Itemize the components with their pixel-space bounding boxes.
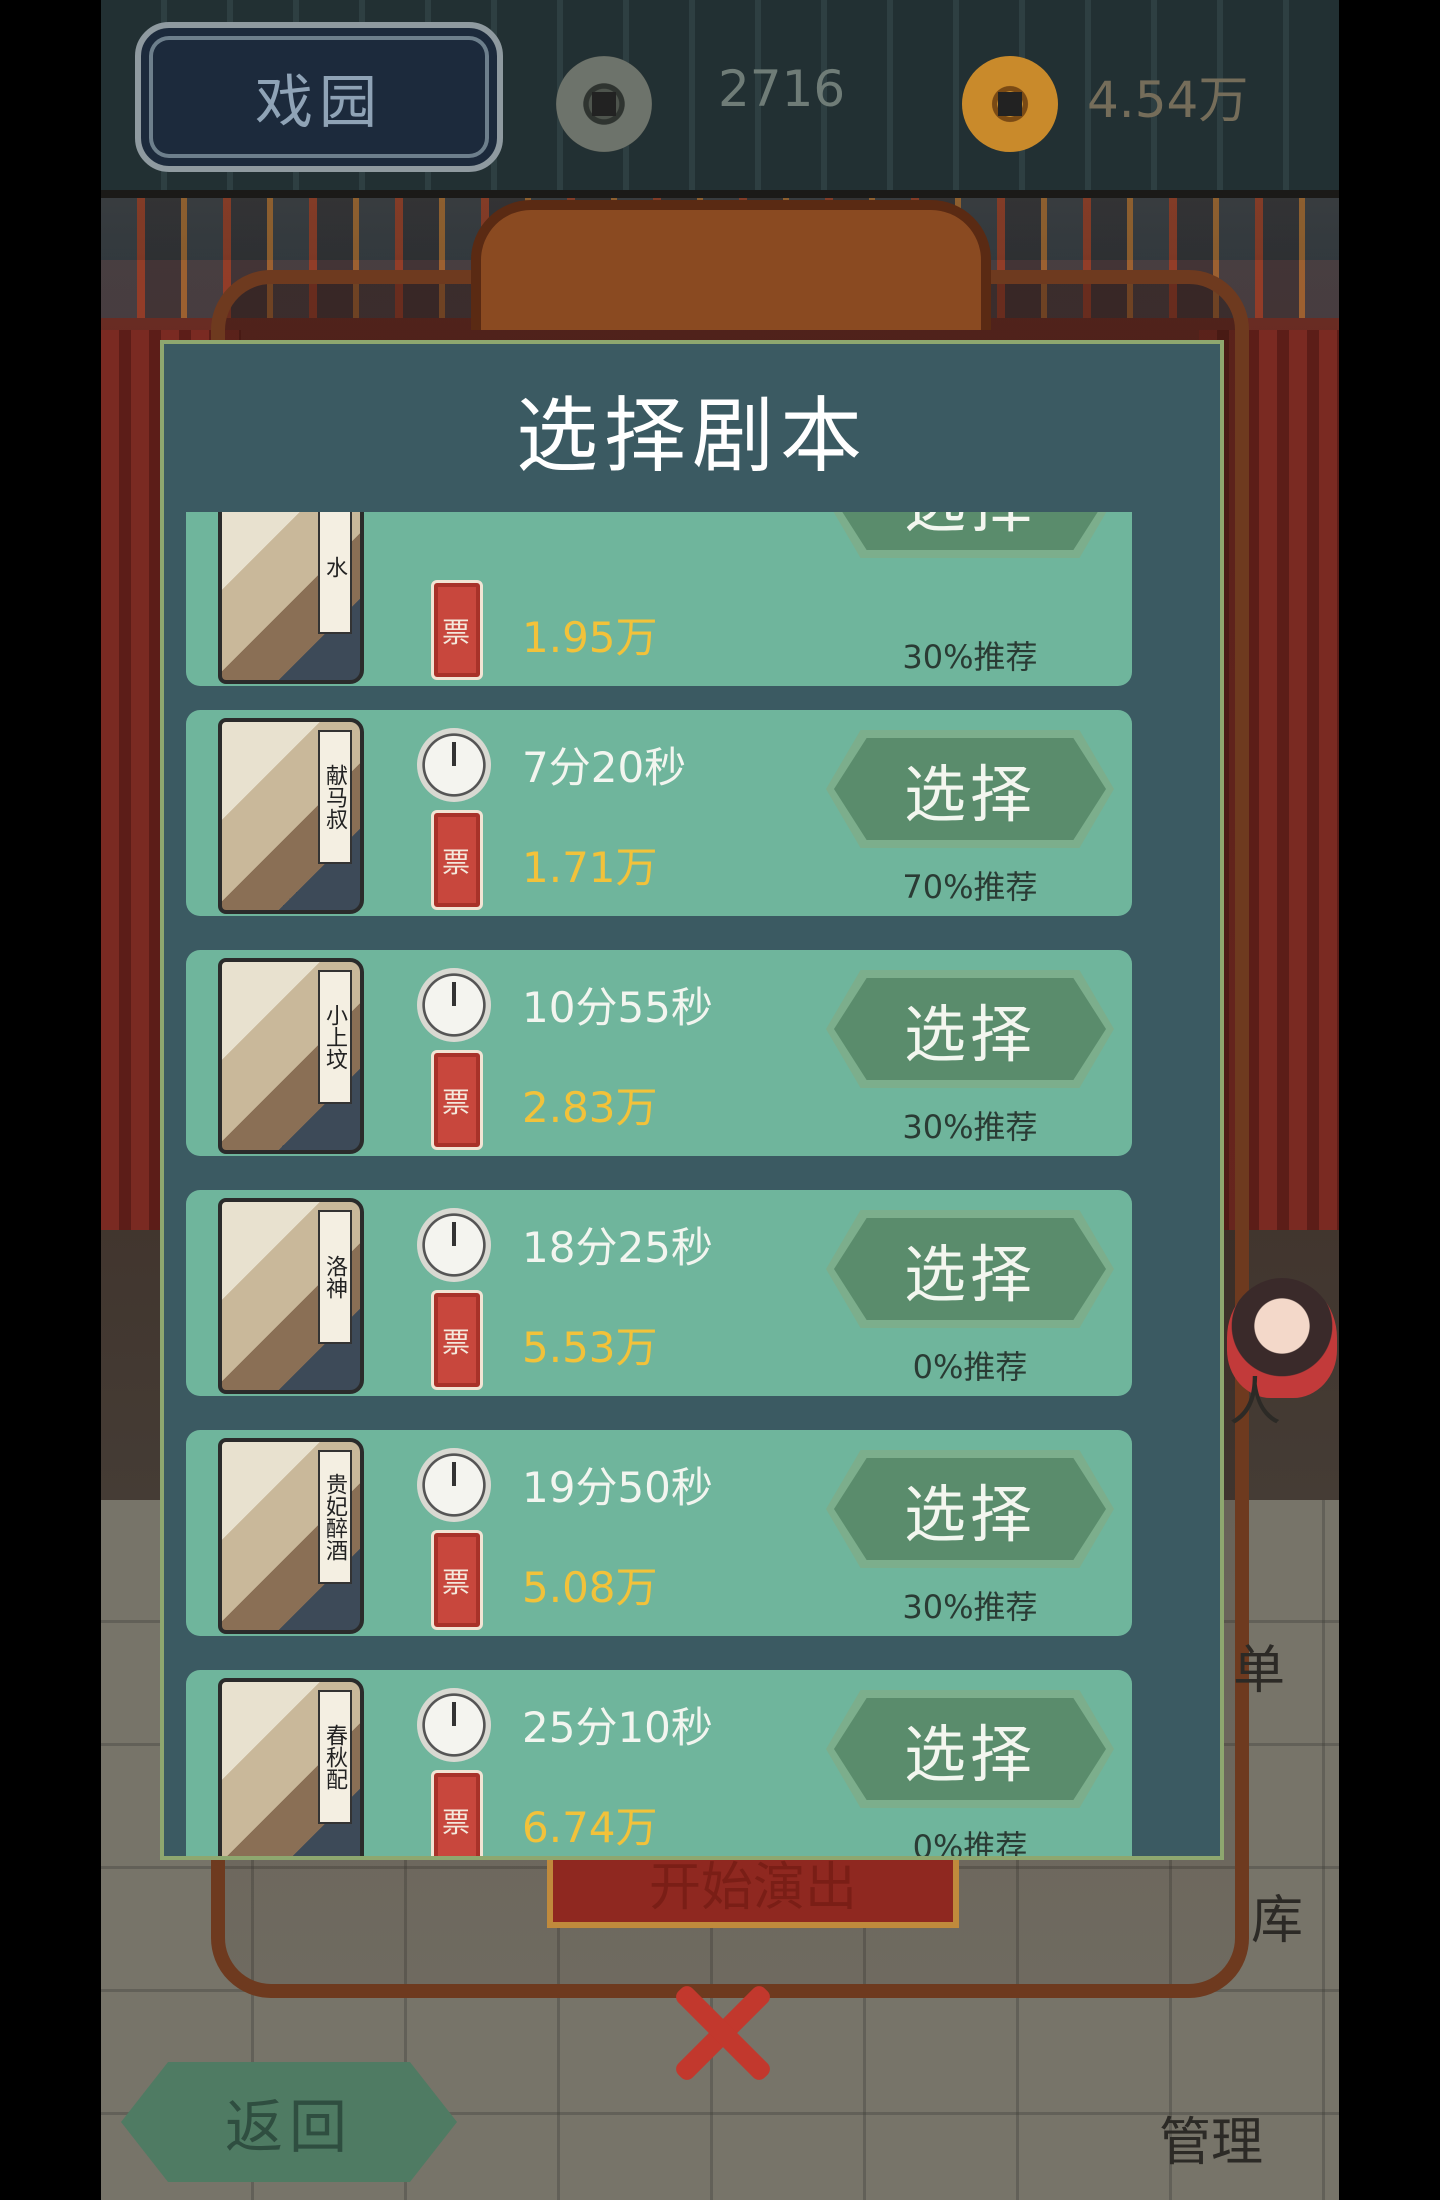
recommend-rate: 30%推荐: [902, 638, 1038, 676]
script-card: 献马叔 7分20秒 票 1.71万 选择 70%推荐: [186, 710, 1132, 916]
venue-label: 戏园: [254, 68, 383, 136]
recommend-rate: 30%推荐: [902, 1588, 1038, 1626]
ticket-icon: 票: [431, 580, 483, 680]
clock-icon: [417, 728, 491, 802]
reward-amount: 5.53万: [522, 1323, 658, 1372]
ticket-icon: 票: [431, 1290, 483, 1390]
script-card: 小上坟 10分55秒 票 2.83万 选择 30%推荐: [186, 950, 1132, 1156]
reward-amount: 1.95万: [522, 613, 658, 662]
clock-icon: [417, 968, 491, 1042]
side-menu-people[interactable]: 人: [1229, 1360, 1281, 1435]
select-button[interactable]: 选择: [826, 512, 1114, 558]
script-cover: 献马叔: [218, 718, 364, 914]
clock-icon: [417, 1208, 491, 1282]
back-label: 返回: [224, 2093, 353, 2161]
duration: 18分25秒: [522, 1223, 713, 1272]
clock-icon: [417, 1448, 491, 1522]
select-button[interactable]: 选择: [826, 1690, 1114, 1808]
ticket-icon: 票: [431, 1770, 483, 1856]
script-cover: 春秋配: [218, 1678, 364, 1856]
cover-title: 洛神: [318, 1210, 352, 1344]
script-cover: 洛神: [218, 1198, 364, 1394]
recommend-rate: 30%推荐: [902, 1108, 1038, 1146]
reward-amount: 5.08万: [522, 1563, 658, 1612]
cover-title: 贵妃醉酒: [318, 1450, 352, 1584]
cover-title: 水: [318, 512, 352, 634]
recommend-rate: 70%推荐: [902, 868, 1038, 906]
script-card: 贵妃醉酒 19分50秒 票 5.08万 选择 30%推荐: [186, 1430, 1132, 1636]
select-button[interactable]: 选择: [826, 1210, 1114, 1328]
cover-title: 小上坟: [318, 970, 352, 1104]
venue-button[interactable]: 戏园: [135, 22, 503, 172]
side-menu-storage[interactable]: 库: [1251, 1878, 1303, 1953]
select-button[interactable]: 选择: [826, 970, 1114, 1088]
copper-coin-icon: [556, 56, 652, 152]
reward-amount: 6.74万: [522, 1803, 658, 1852]
close-icon[interactable]: [665, 1978, 775, 2088]
ticket-icon: 票: [431, 810, 483, 910]
duration: 7分20秒: [522, 743, 687, 792]
dialog-title: 选择剧本: [515, 388, 868, 484]
recommend-rate: 0%推荐: [912, 1348, 1028, 1386]
duration: 10分55秒: [522, 983, 713, 1032]
reward-amount: 1.71万: [522, 843, 658, 892]
duration: 19分50秒: [522, 1463, 713, 1512]
script-list[interactable]: 水 票 1.95万 选择 30%推荐 献马叔 7分20秒 票 1.71万 选择 …: [164, 512, 1220, 1856]
duration: 25分10秒: [522, 1703, 713, 1752]
script-cover: 水: [218, 512, 364, 684]
gold-coin-icon: [962, 56, 1058, 152]
cover-title: 春秋配: [318, 1690, 352, 1824]
script-card: 洛神 18分25秒 票 5.53万 选择 0%推荐: [186, 1190, 1132, 1396]
select-script-dialog: 选择剧本 水 票 1.95万 选择 30%推荐 献马叔 7分20秒 票 1.71…: [160, 340, 1224, 1860]
select-button[interactable]: 选择: [826, 1450, 1114, 1568]
recommend-rate: 0%推荐: [912, 1828, 1028, 1856]
copper-amount: 2716: [718, 60, 846, 118]
ticket-icon: 票: [431, 1050, 483, 1150]
back-button[interactable]: 返回: [121, 2062, 457, 2182]
clock-icon: [417, 1688, 491, 1762]
script-card: 春秋配 25分10秒 票 6.74万 选择 0%推荐: [186, 1670, 1132, 1856]
reward-amount: 2.83万: [522, 1083, 658, 1132]
script-cover: 贵妃醉酒: [218, 1438, 364, 1634]
script-card: 水 票 1.95万 选择 30%推荐: [186, 512, 1132, 686]
ticket-icon: 票: [431, 1530, 483, 1630]
cover-title: 献马叔: [318, 730, 352, 864]
side-menu-manage[interactable]: 管理: [1159, 2100, 1263, 2175]
gold-amount: 4.54万: [1087, 71, 1249, 129]
script-cover: 小上坟: [218, 958, 364, 1154]
dialog-ornament: [471, 200, 991, 330]
select-button[interactable]: 选择: [826, 730, 1114, 848]
side-menu-list[interactable]: 单: [1233, 1628, 1285, 1703]
